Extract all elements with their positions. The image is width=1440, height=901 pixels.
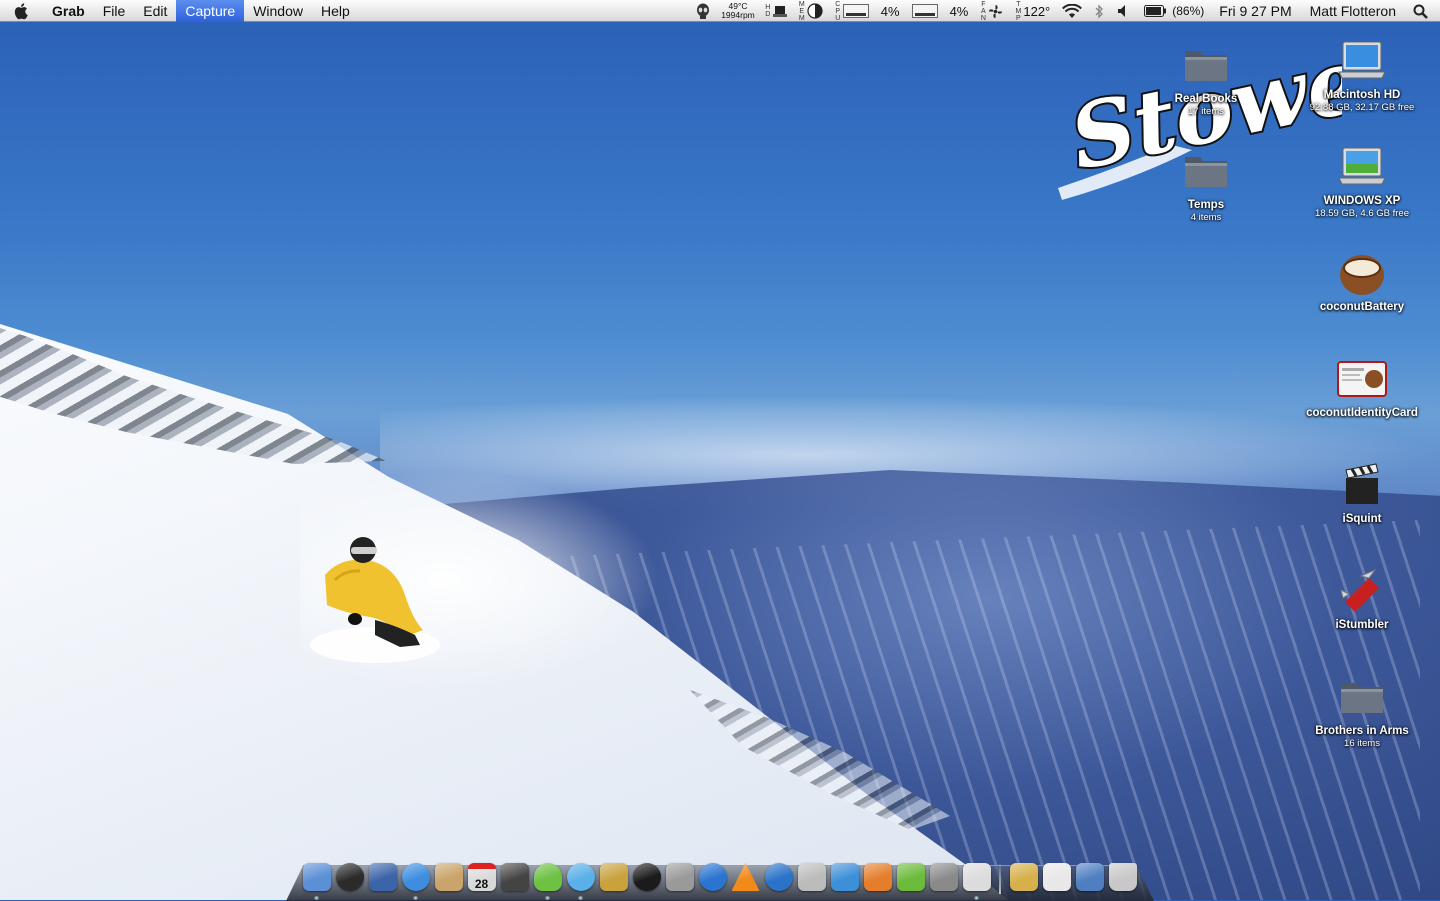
fan-icon[interactable]: FAN xyxy=(974,0,1009,22)
bluetooth-icon[interactable] xyxy=(1088,0,1110,22)
dock-desktop-stack-icon[interactable] xyxy=(1074,860,1106,894)
desktop-icon-label: coconutIdentityCard xyxy=(1306,407,1418,419)
desktop-icon-macintosh-hd[interactable]: Macintosh HD 92.88 GB, 32.17 GB free xyxy=(1297,36,1427,114)
dock-preview-icon[interactable] xyxy=(367,860,399,894)
cpu-percent-1: 4% xyxy=(880,3,900,19)
menu-bar: Grab File Edit Capture Window Help 49°C … xyxy=(0,0,1440,22)
folder-icon xyxy=(1337,672,1387,722)
menu-help[interactable]: Help xyxy=(312,0,359,22)
sensor-temp-value: 122° xyxy=(1023,3,1051,19)
dock-printer-icon[interactable] xyxy=(796,860,828,894)
cpu-monitor-1[interactable]: CPU 4% xyxy=(829,0,906,22)
menu-file[interactable]: File xyxy=(94,0,135,22)
cpu-monitor-2[interactable]: 4% xyxy=(906,0,975,22)
desktop-icon-label: WINDOWS XP xyxy=(1323,195,1401,207)
folder-icon xyxy=(1181,146,1231,196)
desktop-icon-label: iSquint xyxy=(1342,513,1382,525)
folder-icon xyxy=(1181,40,1231,90)
desktop-icon-coconutbattery[interactable]: coconutBattery xyxy=(1297,248,1427,314)
dock-downloads-stack-icon[interactable] xyxy=(1008,860,1040,894)
cpu-percent-2: 4% xyxy=(949,3,969,19)
dock-utility-icon[interactable] xyxy=(664,860,696,894)
desktop-icon-info: 4 items xyxy=(1190,212,1222,223)
fan-readout: 1994rpm xyxy=(721,10,755,20)
id-card-icon xyxy=(1337,354,1387,404)
dock: 28 xyxy=(300,854,1140,900)
desktop-icon-label: Real Books xyxy=(1174,93,1238,105)
dock-separator xyxy=(999,864,1001,894)
memory-pie-icon[interactable]: MEM xyxy=(793,0,829,22)
swiss-knife-icon xyxy=(1337,566,1387,616)
desktop-icon-info: 92.88 GB, 32.17 GB free xyxy=(1309,102,1415,113)
dock-address-book-icon[interactable] xyxy=(433,860,465,894)
desktop-icon-label: iStumbler xyxy=(1335,619,1389,631)
dock-finder-icon[interactable] xyxy=(301,860,333,900)
cpu-graph-1 xyxy=(842,4,869,18)
battery-percent: (86%) xyxy=(1172,4,1205,18)
dock-dashboard-icon[interactable] xyxy=(334,860,366,894)
coconut-icon xyxy=(1337,248,1387,298)
desktop-icon-isquint[interactable]: iSquint xyxy=(1297,460,1427,526)
dock-box-app-icon[interactable] xyxy=(499,860,531,894)
dock-powerpoint-icon[interactable] xyxy=(862,860,894,894)
sensor-temp[interactable]: TMP 122° xyxy=(1009,0,1056,22)
desktop-icon-istumbler[interactable]: iStumbler xyxy=(1297,566,1427,632)
cpu-graph-2 xyxy=(911,4,938,18)
dock-camera-app-icon[interactable] xyxy=(631,860,663,894)
dock-photo-app-icon[interactable] xyxy=(598,860,630,894)
dock-google-earth-icon[interactable] xyxy=(763,860,795,894)
desktop-icon-temps[interactable]: Temps 4 items xyxy=(1141,146,1271,224)
dock-documents-stack-icon[interactable] xyxy=(1041,860,1073,894)
desktop-icon-brothers-in-arms[interactable]: Brothers in Arms 16 items xyxy=(1297,672,1427,750)
dock-ical-icon[interactable]: 28 xyxy=(466,860,498,894)
dock-itunes-icon[interactable] xyxy=(565,860,597,900)
menu-extras: 49°C 1994rpm HD MEM CPU 4% 4% FAN TMP 12… xyxy=(689,0,1440,22)
desktop-icon-info: 17 items xyxy=(1188,106,1224,117)
desktop-icon-info: 18.59 GB, 4.6 GB free xyxy=(1315,208,1409,219)
battery-icon[interactable]: (86%) xyxy=(1138,0,1210,22)
dock-trash-icon[interactable] xyxy=(1107,860,1139,894)
desktop-icon-info: 16 items xyxy=(1344,738,1380,749)
dock-vlc-icon[interactable] xyxy=(730,860,762,894)
dock-adium-icon[interactable] xyxy=(532,860,564,900)
desktop-icon-coconutidentitycard[interactable]: coconutIdentityCard xyxy=(1297,354,1427,420)
dock-word-icon[interactable] xyxy=(829,860,861,894)
snowboarder-figure xyxy=(310,537,440,663)
clapperboard-icon xyxy=(1337,460,1387,510)
desktop-icon-label: Macintosh HD xyxy=(1323,89,1401,101)
fast-user-switch[interactable]: Matt Flotteron xyxy=(1301,0,1405,22)
temp-fan-monitor[interactable]: 49°C 1994rpm xyxy=(717,0,759,22)
menu-capture[interactable]: Capture xyxy=(176,0,245,22)
dock-grab-icon[interactable] xyxy=(961,860,993,900)
apple-menu-icon[interactable] xyxy=(0,0,44,22)
alien-icon[interactable] xyxy=(689,0,717,22)
dock-safari-icon[interactable] xyxy=(400,860,432,900)
volume-icon[interactable] xyxy=(1110,0,1138,22)
dock-system-preferences-icon[interactable] xyxy=(928,860,960,894)
desktop-icon-label: Temps xyxy=(1187,199,1225,211)
desktop-icon-label: coconutBattery xyxy=(1319,301,1405,313)
hard-drive-icon xyxy=(1337,36,1387,86)
desktop-icon-windows-xp[interactable]: WINDOWS XP 18.59 GB, 4.6 GB free xyxy=(1297,142,1427,220)
windows-drive-icon xyxy=(1337,142,1387,192)
disk-activity-icon[interactable]: HD xyxy=(759,0,793,22)
app-name-menu[interactable]: Grab xyxy=(44,0,94,22)
dock-dvd-player-icon[interactable] xyxy=(697,860,729,894)
desktop-icon-real-books[interactable]: Real Books 17 items xyxy=(1141,40,1271,118)
spotlight-search-icon[interactable] xyxy=(1405,0,1440,22)
wifi-icon[interactable] xyxy=(1056,0,1088,22)
desktop-icon-label: Brothers in Arms xyxy=(1315,725,1409,737)
menu-clock[interactable]: Fri 9 27 PM xyxy=(1210,0,1300,22)
menu-edit[interactable]: Edit xyxy=(134,0,176,22)
menu-window[interactable]: Window xyxy=(244,0,312,22)
dock-excel-icon[interactable] xyxy=(895,860,927,894)
